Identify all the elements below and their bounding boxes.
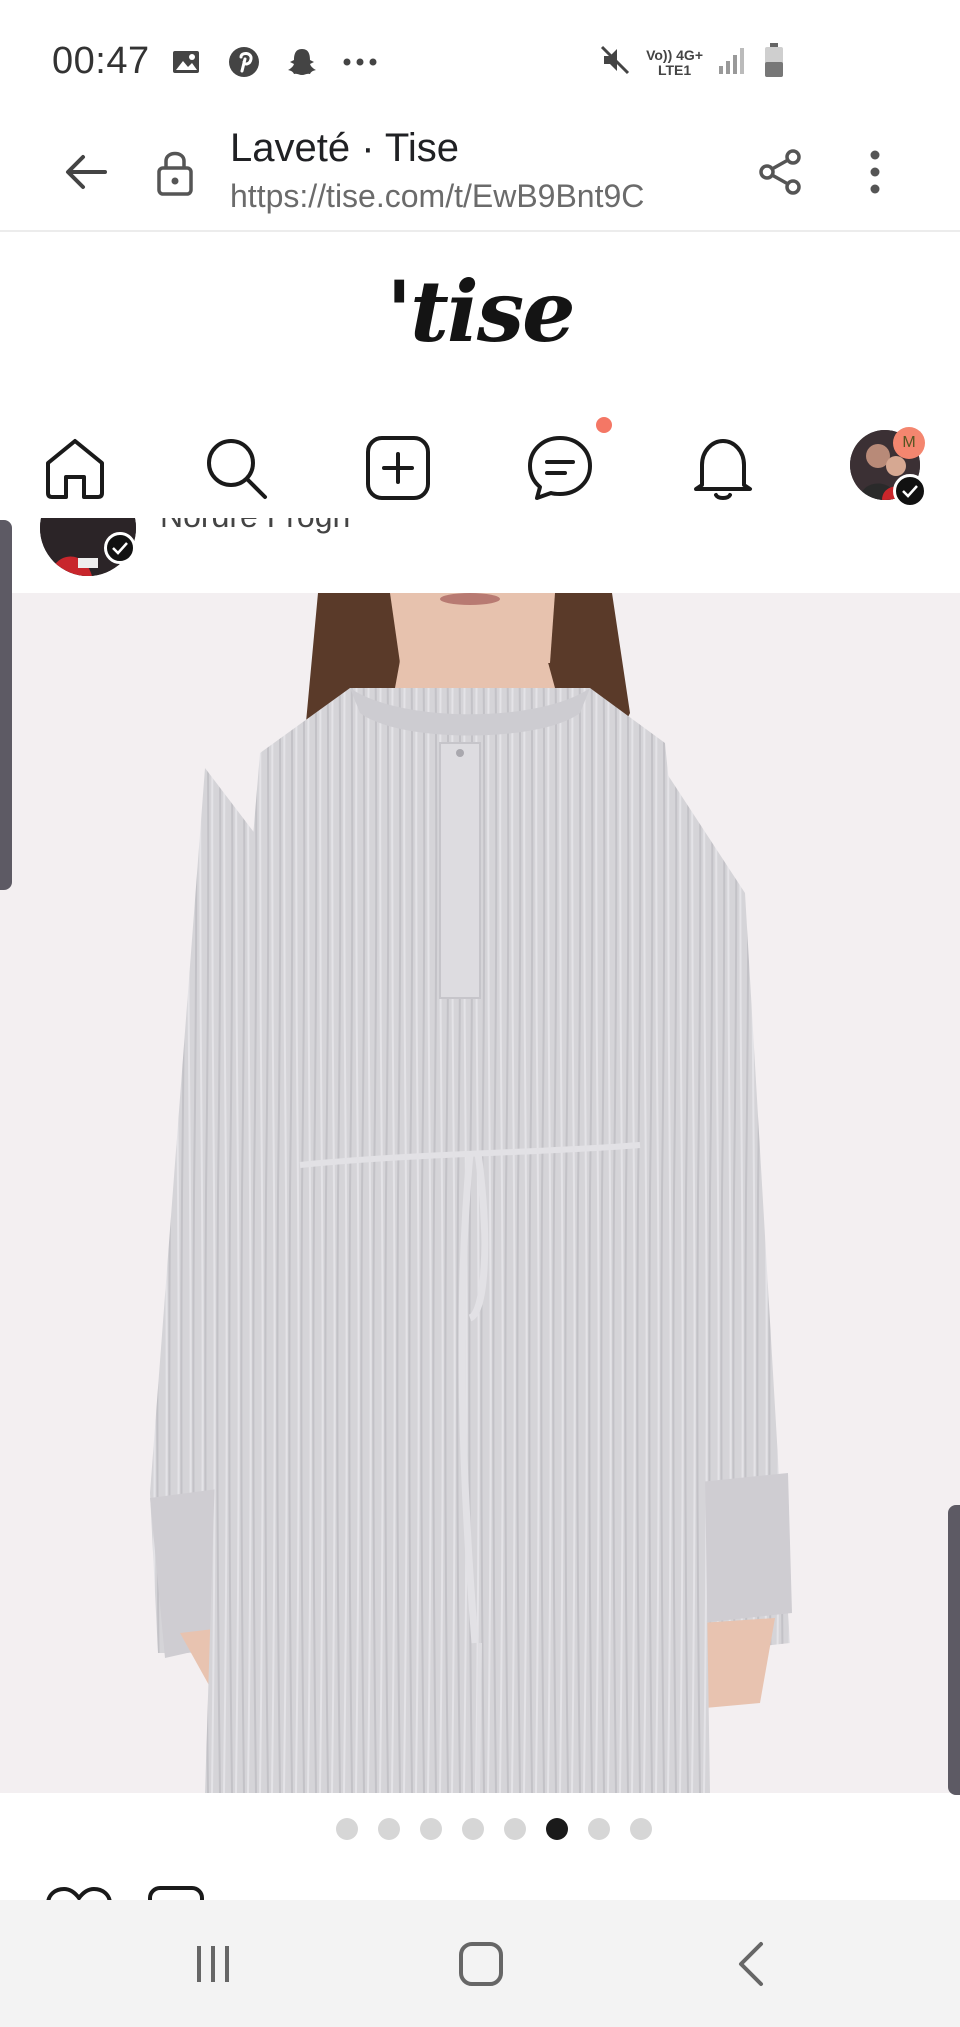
unread-messages-dot (596, 417, 612, 433)
recent-apps-button[interactable] (178, 1934, 248, 1994)
lock-icon[interactable] (150, 142, 200, 202)
browser-toolbar: Laveté · Tise https://tise.com/t/EwB9Bnt… (0, 120, 960, 232)
arrow-left-icon (66, 155, 107, 189)
chevron-left-icon (739, 1942, 763, 1986)
search-icon (207, 439, 267, 499)
page-url[interactable]: https://tise.com/t/EwB9Bnt9C (230, 178, 644, 215)
status-right: Vo)) 4G+ LTE1 (598, 42, 785, 83)
home-icon (46, 439, 104, 499)
network-bottom-text: LTE1 (657, 61, 692, 78)
nav-add-post[interactable] (358, 428, 438, 508)
verified-check-icon (893, 474, 927, 508)
home-square-icon (459, 1942, 503, 1986)
mute-icon (598, 43, 632, 82)
seller-row[interactable]: Nordre Frogn (0, 518, 960, 593)
screen: 00:47 Vo)) 4G+ LTE1 Laveté · Tise https:… (0, 0, 960, 2027)
seller-name[interactable]: Nordre Frogn (160, 518, 350, 535)
nav-notifications[interactable] (683, 428, 763, 508)
status-time: 00:47 (52, 40, 150, 82)
browser-menu-button[interactable] (850, 142, 900, 202)
share-icon (759, 149, 801, 195)
product-image[interactable] (0, 593, 960, 1793)
page-title[interactable]: Laveté · Tise (230, 126, 459, 171)
bell-icon (694, 439, 752, 500)
battery-icon (763, 42, 785, 83)
carousel-dot[interactable] (462, 1818, 484, 1840)
carousel-dot[interactable] (630, 1818, 652, 1840)
network-type: Vo)) 4G+ LTE1 (646, 46, 703, 78)
profile-badge: M (893, 427, 925, 459)
add-post-icon (366, 436, 430, 500)
edge-panel-handle-left[interactable] (0, 520, 12, 890)
system-back-button[interactable] (716, 1934, 786, 1994)
carousel-dots (0, 1818, 960, 1854)
more-dots-icon (342, 44, 378, 80)
nav-search[interactable] (196, 428, 276, 508)
post-actions (0, 1878, 960, 1900)
snapchat-icon (284, 44, 320, 80)
carousel-dot-active[interactable] (546, 1818, 568, 1840)
status-bar: 00:47 Vo)) 4G+ LTE1 (0, 0, 960, 120)
recent-apps-icon (197, 1946, 229, 1982)
home-button[interactable] (446, 1934, 516, 1994)
network-top-text: Vo)) 4G+ (646, 46, 703, 63)
site-nav (0, 418, 960, 518)
pinterest-icon (226, 44, 262, 80)
carousel-dot[interactable] (420, 1818, 442, 1840)
back-button[interactable] (58, 144, 114, 200)
site-logo[interactable]: 'tise (0, 262, 960, 361)
seller-verified-icon (104, 532, 136, 564)
heart-icon[interactable] (44, 1886, 114, 1900)
system-nav-bar (0, 1900, 960, 2027)
messages-icon (528, 436, 592, 500)
comment-icon[interactable] (146, 1884, 206, 1900)
carousel-dot[interactable] (504, 1818, 526, 1840)
carousel-dot[interactable] (588, 1818, 610, 1840)
notification-icons (168, 44, 378, 80)
share-button[interactable] (752, 142, 808, 202)
carousel-dot[interactable] (336, 1818, 358, 1840)
carousel-dot[interactable] (378, 1818, 400, 1840)
nav-home[interactable] (35, 428, 115, 508)
signal-icon (717, 44, 749, 81)
more-vert-icon (870, 150, 880, 194)
nav-messages[interactable] (520, 428, 600, 508)
edge-panel-handle-right[interactable] (948, 1505, 960, 1795)
gallery-icon (168, 44, 204, 80)
